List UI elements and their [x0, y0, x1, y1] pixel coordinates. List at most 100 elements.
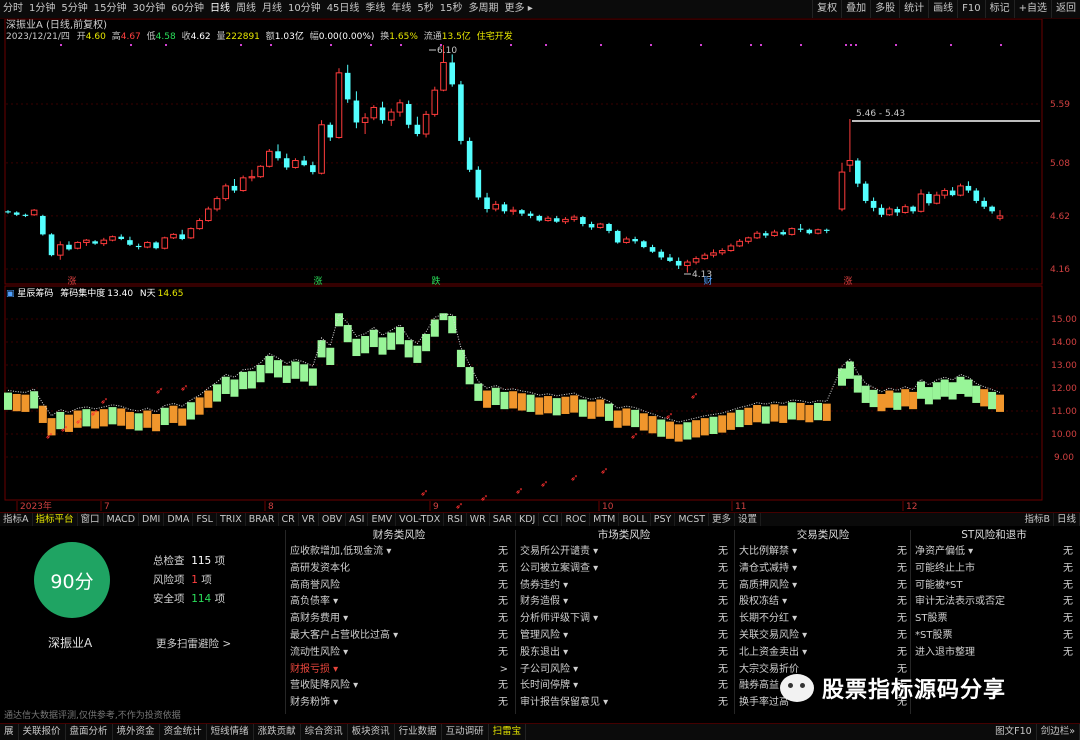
period-tab-11[interactable]: 季线: [362, 0, 388, 18]
period-tab-13[interactable]: 5秒: [414, 0, 436, 18]
bottom-tab-5[interactable]: 短线情绪: [207, 724, 254, 740]
indicator-tab-17[interactable]: SAR: [490, 513, 517, 526]
risk-item[interactable]: 交易所公开谴责 ▾ 无: [520, 544, 728, 561]
period-tab-5[interactable]: 60分钟: [168, 0, 207, 18]
indicator-tab-11[interactable]: OBV: [319, 513, 347, 526]
bottom-tab-right-0[interactable]: 图文F10: [991, 724, 1037, 740]
risk-item[interactable]: 长时间停牌 ▾ 无: [520, 678, 728, 695]
bottom-tab-3[interactable]: 境外资金: [113, 724, 160, 740]
risk-item[interactable]: *ST股票 无: [915, 628, 1073, 645]
toolbar-button-8[interactable]: 返回: [1051, 0, 1080, 18]
indicator-tab-14[interactable]: VOL-TDX: [396, 513, 445, 526]
bottom-tab-right-1[interactable]: 剑边栏»: [1037, 724, 1080, 740]
period-tab-15[interactable]: 多周期: [466, 0, 502, 18]
period-tab-12[interactable]: 年线: [388, 0, 414, 18]
indicator-tab-18[interactable]: KDJ: [516, 513, 540, 526]
risk-item[interactable]: 流动性风险 ▾ 无: [290, 645, 508, 662]
risk-item[interactable]: 高财务费用 ▾ 无: [290, 611, 508, 628]
indicator-tab-2[interactable]: 窗口: [78, 513, 104, 526]
risk-item[interactable]: 高商誉风险 无: [290, 578, 508, 595]
period-tab-9[interactable]: 10分钟: [285, 0, 324, 18]
period-tab-8[interactable]: 月线: [259, 0, 285, 18]
toolbar-button-2[interactable]: 多股: [870, 0, 899, 18]
risk-item[interactable]: 清仓式减持 ▾ 无: [739, 561, 907, 578]
period-tab-7[interactable]: 周线: [233, 0, 259, 18]
indicator-tab-21[interactable]: MTM: [590, 513, 620, 526]
bottom-tab-7[interactable]: 综合资讯: [301, 724, 348, 740]
toolbar-button-6[interactable]: 标记: [984, 0, 1014, 18]
risk-item[interactable]: 财务造假 ▾ 无: [520, 594, 728, 611]
period-tab-14[interactable]: 15秒: [437, 0, 466, 18]
risk-item[interactable]: 高质押风险 ▾ 无: [739, 578, 907, 595]
indicator-tab-20[interactable]: ROC: [562, 513, 591, 526]
risk-item[interactable]: 可能被*ST 无: [915, 578, 1073, 595]
risk-item[interactable]: 高负债率 ▾ 无: [290, 594, 508, 611]
more-scan-link[interactable]: 更多扫雷避险 >: [156, 636, 231, 651]
bottom-tab-8[interactable]: 板块资讯: [348, 724, 395, 740]
indicator-tab-15[interactable]: RSI: [444, 513, 467, 526]
risk-item[interactable]: 子公司风险 ▾ 无: [520, 662, 728, 679]
bottom-tab-2[interactable]: 盘面分析: [66, 724, 113, 740]
period-tab-4[interactable]: 30分钟: [129, 0, 168, 18]
period-tab-3[interactable]: 15分钟: [91, 0, 130, 18]
risk-item[interactable]: 审计报告保留意见 ▾ 无: [520, 695, 728, 712]
risk-item[interactable]: 关联交易风险 ▾ 无: [739, 628, 907, 645]
indicator-tab-25[interactable]: 更多: [709, 513, 736, 526]
risk-item[interactable]: 股权冻结 ▾ 无: [739, 594, 907, 611]
bottom-tab-11[interactable]: 扫雷宝: [489, 724, 527, 740]
indicator-tab-1[interactable]: 指标平台: [33, 513, 78, 526]
toolbar-button-7[interactable]: +自选: [1013, 0, 1051, 18]
indicator-tab-7[interactable]: TRIX: [217, 513, 246, 526]
period-tab-6[interactable]: 日线: [207, 0, 233, 18]
bottom-tab-4[interactable]: 资金统计: [160, 724, 207, 740]
bottom-tab-0[interactable]: 展: [0, 724, 19, 740]
period-tab-10[interactable]: 45日线: [324, 0, 363, 18]
indicator-tab-8[interactable]: BRAR: [246, 513, 279, 526]
bottom-tab-10[interactable]: 互动调研: [442, 724, 489, 740]
indicator-tab-13[interactable]: EMV: [368, 513, 397, 526]
indicator-tab-right-1[interactable]: 日线: [1054, 513, 1080, 526]
risk-item[interactable]: 北上资金卖出 ▾ 无: [739, 645, 907, 662]
indicator-tab-3[interactable]: MACD: [104, 513, 140, 526]
bottom-tab-9[interactable]: 行业数据: [395, 724, 442, 740]
period-tab-0[interactable]: 分时: [0, 0, 26, 18]
indicator-tab-16[interactable]: WR: [467, 513, 490, 526]
risk-item[interactable]: ST股票 无: [915, 611, 1073, 628]
indicator-tab-24[interactable]: MCST: [675, 513, 710, 526]
risk-item[interactable]: 财报亏损 ▾ >: [290, 662, 508, 679]
risk-item[interactable]: 可能终止上市 无: [915, 561, 1073, 578]
risk-item[interactable]: 审计无法表示或否定 无: [915, 594, 1073, 611]
indicator-tab-right-0[interactable]: 指标B: [1021, 513, 1054, 526]
indicator-tab-26[interactable]: 设置: [735, 513, 762, 526]
risk-item[interactable]: 高研发资本化 无: [290, 561, 508, 578]
toolbar-button-4[interactable]: 画线: [928, 0, 957, 18]
risk-item[interactable]: 大比例解禁 ▾ 无: [739, 544, 907, 561]
bottom-tab-6[interactable]: 涨跌贡献: [254, 724, 301, 740]
risk-item[interactable]: 营收陡降风险 ▾ 无: [290, 678, 508, 695]
indicator-tab-23[interactable]: PSY: [651, 513, 676, 526]
indicator-tab-4[interactable]: DMI: [139, 513, 165, 526]
risk-item[interactable]: 应收款增加,低现金流 ▾ 无: [290, 544, 508, 561]
indicator-tab-19[interactable]: CCI: [539, 513, 563, 526]
risk-item[interactable]: 公司被立案调查 ▾ 无: [520, 561, 728, 578]
toolbar-button-1[interactable]: 叠加: [841, 0, 870, 18]
period-tab-2[interactable]: 5分钟: [58, 0, 90, 18]
indicator-tab-10[interactable]: VR: [299, 513, 319, 526]
risk-item[interactable]: 长期不分红 ▾ 无: [739, 611, 907, 628]
indicator-tab-22[interactable]: BOLL: [619, 513, 651, 526]
kline-chart[interactable]: ➶➶➶➶➶➶ ➶➶➶➶➶➶➶➶➶➶➶ 4.164.625.085.596.104.…: [0, 19, 1080, 512]
period-tab-16[interactable]: 更多 ▸: [502, 0, 536, 18]
indicator-tab-6[interactable]: FSL: [193, 513, 217, 526]
toolbar-button-5[interactable]: F10: [957, 0, 984, 18]
risk-item[interactable]: 最大客户占营收比过高 ▾ 无: [290, 628, 508, 645]
indicator-tab-9[interactable]: CR: [279, 513, 299, 526]
risk-item[interactable]: 管理风险 ▾ 无: [520, 628, 728, 645]
indicator-tab-5[interactable]: DMA: [164, 513, 194, 526]
risk-item[interactable]: 分析师评级下调 ▾ 无: [520, 611, 728, 628]
risk-item[interactable]: 净资产偏低 ▾ 无: [915, 544, 1073, 561]
risk-item[interactable]: 债券违约 ▾ 无: [520, 578, 728, 595]
indicator-tab-0[interactable]: 指标A: [0, 513, 33, 526]
toolbar-button-0[interactable]: 复权: [812, 0, 841, 18]
indicator-tab-12[interactable]: ASI: [346, 513, 369, 526]
risk-item[interactable]: 股东退出 ▾ 无: [520, 645, 728, 662]
